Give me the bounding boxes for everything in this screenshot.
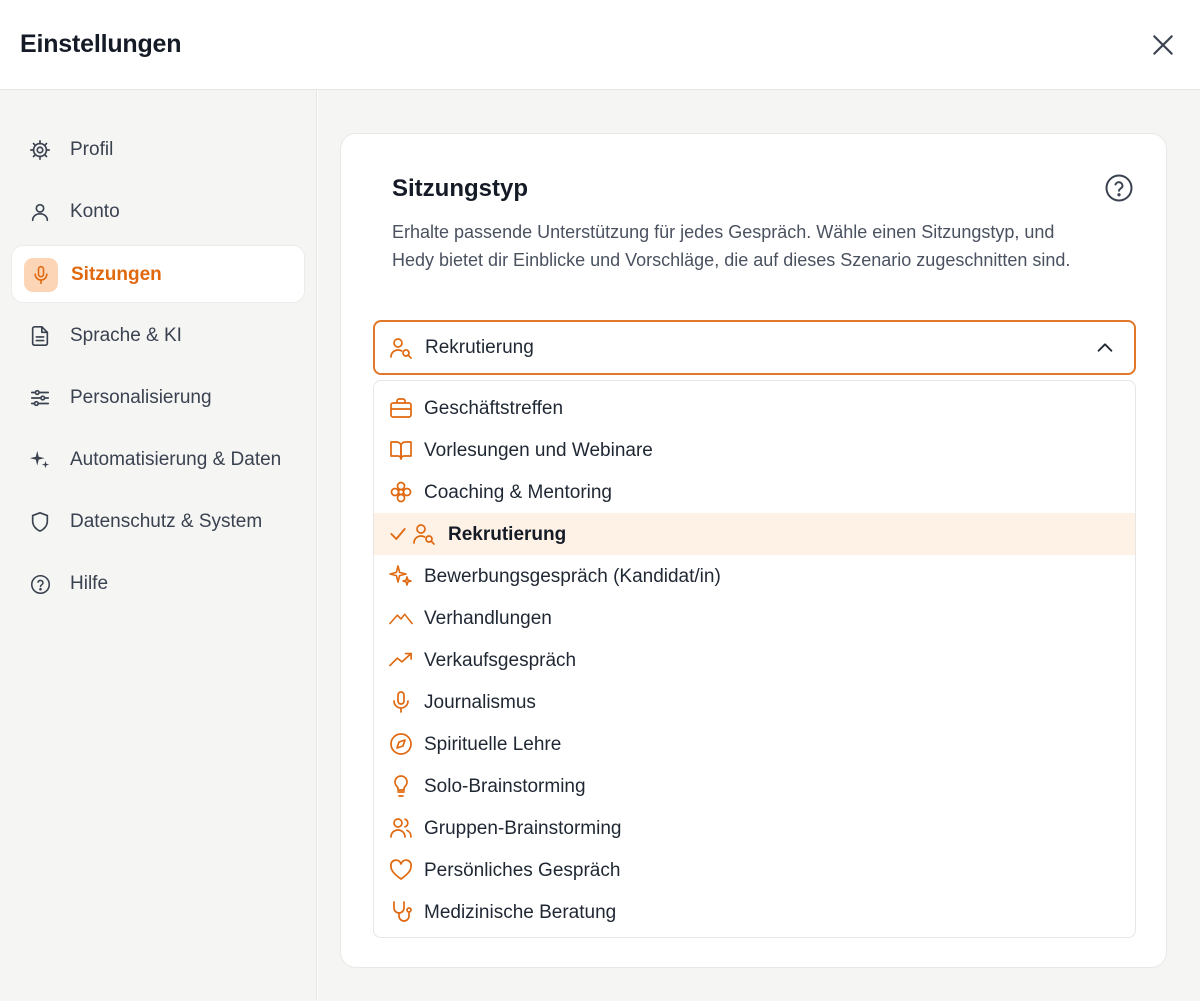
option-vorlesungen[interactable]: Vorlesungen und Webinare — [374, 429, 1135, 471]
option-solo-brainstorming[interactable]: Solo-Brainstorming — [374, 765, 1135, 807]
option-geschaeftstreffen[interactable]: Geschäftstreffen — [374, 387, 1135, 429]
compass-icon — [389, 732, 413, 756]
option-bewerbungsgespraech[interactable]: Bewerbungsgespräch (Kandidat/in) — [374, 555, 1135, 597]
sidebar-item-label: Konto — [70, 201, 120, 222]
user-search-icon — [389, 336, 413, 360]
option-label: Vorlesungen und Webinare — [424, 440, 653, 461]
sidebar-item-profil[interactable]: Profil — [11, 121, 305, 179]
option-label: Medizinische Beratung — [424, 902, 617, 923]
option-gruppen-brainstorming[interactable]: Gruppen-Brainstorming — [374, 807, 1135, 849]
option-label: Geschäftstreffen — [424, 398, 564, 419]
option-verkaufsgespraech[interactable]: Verkaufsgespräch — [374, 639, 1135, 681]
close-button[interactable] — [1146, 28, 1180, 62]
microphone-icon — [24, 258, 58, 292]
option-verhandlungen[interactable]: Verhandlungen — [374, 597, 1135, 639]
option-journalismus[interactable]: Journalismus — [374, 681, 1135, 723]
option-label: Rekrutierung — [448, 524, 567, 545]
option-medizinische-beratung[interactable]: Medizinische Beratung — [374, 891, 1135, 933]
close-icon — [1150, 32, 1176, 58]
sidebar-item-sitzungen[interactable]: Sitzungen — [11, 245, 305, 303]
lightbulb-icon — [389, 774, 413, 798]
select-value: Rekrutierung — [425, 337, 534, 358]
check-icon — [388, 524, 408, 544]
sidebar-item-datenschutz[interactable]: Datenschutz & System — [11, 493, 305, 551]
sidebar-item-automatisierung[interactable]: Automatisierung & Daten — [11, 431, 305, 489]
option-spirituelle-lehre[interactable]: Spirituelle Lehre — [374, 723, 1135, 765]
sidebar-item-label: Sprache & KI — [70, 325, 182, 346]
sidebar-item-label: Profil — [70, 139, 114, 160]
header: Einstellungen — [0, 0, 1200, 90]
option-label: Bewerbungsgespräch (Kandidat/in) — [424, 566, 721, 587]
mountain-icon — [389, 606, 413, 630]
sidebar-item-label: Hilfe — [70, 573, 109, 594]
help-circle-icon — [28, 572, 52, 596]
sidebar-item-label: Automatisierung & Daten — [70, 449, 282, 470]
chevron-up-icon — [1093, 336, 1117, 360]
option-label: Verhandlungen — [424, 608, 552, 629]
trending-up-icon — [389, 648, 413, 672]
sliders-icon — [28, 386, 52, 410]
sidebar-item-hilfe[interactable]: Hilfe — [11, 555, 305, 613]
book-open-icon — [389, 438, 413, 462]
option-rekrutierung[interactable]: Rekrutierung — [374, 513, 1135, 555]
sidebar-item-label: Datenschutz & System — [70, 511, 263, 532]
session-type-dropdown: Geschäftstreffen Vorlesungen und Webinar… — [373, 380, 1136, 938]
user-search-icon — [412, 522, 436, 546]
help-button[interactable] — [1103, 172, 1135, 204]
shield-icon — [28, 510, 52, 534]
sidebar-item-konto[interactable]: Konto — [11, 183, 305, 241]
sidebar-item-label: Personalisierung — [70, 387, 212, 408]
session-type-select[interactable]: Rekrutierung — [373, 320, 1136, 375]
option-label: Verkaufsgespräch — [424, 650, 577, 671]
user-icon — [28, 200, 52, 224]
sidebar-item-label: Sitzungen — [71, 264, 162, 285]
session-type-card: Sitzungstyp Erhalte passende Unterstützu… — [340, 133, 1167, 968]
gear-icon — [28, 138, 52, 162]
card-title: Sitzungstyp — [392, 175, 528, 202]
briefcase-icon — [389, 396, 413, 420]
option-label: Persönliches Gespräch — [424, 860, 621, 881]
card-description: Erhalte passende Unterstützung für jedes… — [392, 222, 1071, 270]
stethoscope-icon — [389, 900, 413, 924]
sidebar-item-personalisierung[interactable]: Personalisierung — [11, 369, 305, 427]
heart-icon — [389, 858, 413, 882]
help-circle-icon — [1104, 173, 1134, 203]
option-label: Gruppen-Brainstorming — [424, 818, 622, 839]
document-icon — [28, 324, 52, 348]
option-persoenliches-gespraech[interactable]: Persönliches Gespräch — [374, 849, 1135, 891]
option-label: Solo-Brainstorming — [424, 776, 586, 797]
sidebar-item-sprache-ki[interactable]: Sprache & KI — [11, 307, 305, 365]
page-title: Einstellungen — [20, 30, 182, 58]
option-label: Journalismus — [424, 692, 536, 713]
microphone-icon — [389, 690, 413, 714]
option-label: Coaching & Mentoring — [424, 482, 612, 503]
option-label: Spirituelle Lehre — [424, 734, 562, 755]
sidebar: Profil Konto Sitzungen Sprache & KI Pers… — [0, 90, 317, 1001]
flower-icon — [389, 480, 413, 504]
users-icon — [389, 816, 413, 840]
option-coaching[interactable]: Coaching & Mentoring — [374, 471, 1135, 513]
sparkles-icon — [28, 448, 52, 472]
sparkles-icon — [389, 564, 413, 588]
